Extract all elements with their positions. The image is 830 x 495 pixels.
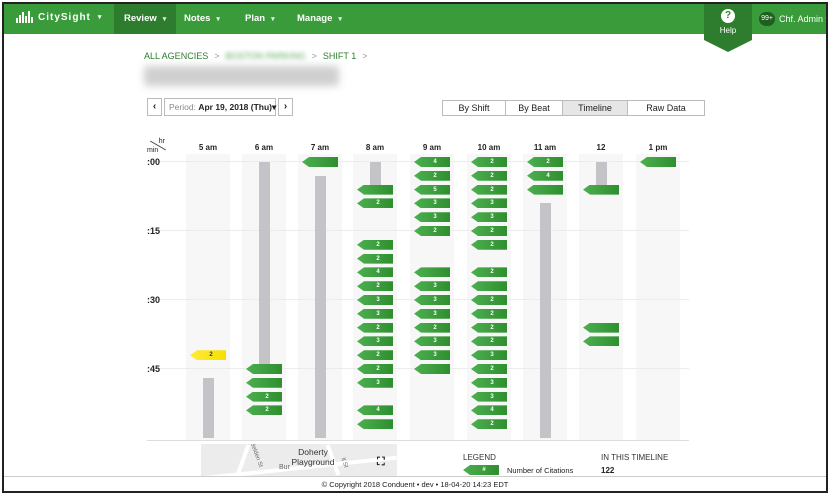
minute-label: :00 <box>147 157 161 167</box>
citation-marker[interactable]: 4 <box>471 405 507 416</box>
beat-map[interactable]: Belden St Bur ll St Doherty Playground ⛶ <box>201 444 397 476</box>
street-label: Belden St <box>248 444 264 469</box>
legend-citation-sample: # <box>463 465 499 475</box>
citation-marker[interactable]: 2 <box>471 267 507 278</box>
citation-marker[interactable]: 5 <box>414 184 450 195</box>
citation-marker[interactable]: 3 <box>471 212 507 223</box>
citation-marker[interactable]: 2 <box>246 405 282 416</box>
citation-marker[interactable]: 2 <box>471 295 507 305</box>
axis-corner: hr min <box>147 138 167 154</box>
citation-marker[interactable]: 3 <box>471 198 507 209</box>
hour-label: 5 am <box>198 143 218 152</box>
hour-label: 12 <box>596 143 606 152</box>
citation-marker[interactable]: 2 <box>357 322 393 333</box>
app-window: CitySight ▾ Review ▾ Notes ▾ Plan ▾ Manage ▾… <box>2 2 828 493</box>
citation-marker[interactable] <box>414 267 450 278</box>
legend-description: Number of Citations <box>507 466 574 475</box>
citation-marker[interactable]: 2 <box>471 364 507 374</box>
hour-column <box>579 154 623 440</box>
idle-period-bar[interactable] <box>315 175 326 438</box>
citation-marker[interactable]: 3 <box>471 391 507 402</box>
citation-marker[interactable]: 4 <box>414 157 450 167</box>
citation-marker[interactable]: 3 <box>414 308 450 319</box>
citation-marker[interactable]: 2 <box>414 226 450 236</box>
idle-period-bar[interactable] <box>540 203 551 438</box>
citation-marker[interactable]: 3 <box>414 350 450 361</box>
park-label: Doherty Playground <box>291 447 335 467</box>
hour-label: 11 am <box>533 143 557 152</box>
minute-label: :30 <box>147 295 161 305</box>
hour-label: 1 pm <box>648 143 668 152</box>
idle-period-bar[interactable] <box>259 162 270 365</box>
citation-marker[interactable]: 2 <box>471 239 507 250</box>
citation-timeline: hr min 5 am 6 am 7 am 8 am 9 am 10 am 11 am 12 1… <box>4 4 826 444</box>
citation-marker[interactable] <box>246 377 282 388</box>
hour-label: 6 am <box>254 143 274 152</box>
in-timeline-title: IN THIS TIMELINE <box>601 453 669 462</box>
citation-marker[interactable]: 2 <box>471 170 507 181</box>
citation-marker[interactable]: 2 <box>414 322 450 333</box>
citation-marker[interactable]: 3 <box>357 336 393 347</box>
footer-copyright: © Copyright 2018 Conduent • dev • 18-04-… <box>4 476 826 491</box>
citation-marker[interactable]: 3 <box>414 198 450 209</box>
citation-marker[interactable]: 3 <box>414 336 450 347</box>
citation-marker[interactable] <box>246 364 282 374</box>
citation-marker[interactable]: 4 <box>527 170 563 181</box>
citation-marker[interactable]: 3 <box>414 295 450 305</box>
citation-marker[interactable] <box>302 157 338 167</box>
citation-marker[interactable]: 2 <box>246 391 282 402</box>
citation-marker[interactable]: 2 <box>357 350 393 361</box>
citation-marker[interactable]: 2 <box>357 364 393 374</box>
citation-marker[interactable]: 2 <box>471 157 507 167</box>
citation-marker[interactable]: 2 <box>471 419 507 430</box>
fullscreen-icon[interactable]: ⛶ <box>377 456 385 469</box>
idle-period-bar[interactable] <box>203 378 214 438</box>
citation-marker[interactable]: 3 <box>414 212 450 223</box>
minute-label: :15 <box>147 226 161 236</box>
timeline-baseline <box>147 440 689 441</box>
citation-marker[interactable]: 2 <box>527 157 563 167</box>
citation-marker[interactable]: 2 <box>471 226 507 236</box>
citation-marker[interactable]: 3 <box>414 281 450 292</box>
citation-marker[interactable] <box>414 364 450 374</box>
citation-marker[interactable]: 4 <box>357 267 393 278</box>
citation-marker[interactable] <box>583 336 619 347</box>
in-timeline-total: 122 <box>601 466 615 475</box>
citation-marker[interactable]: 3 <box>357 377 393 388</box>
citation-marker[interactable]: 2 <box>471 322 507 333</box>
hour-label: 7 am <box>310 143 330 152</box>
citation-marker[interactable]: 4 <box>357 405 393 416</box>
citation-marker[interactable] <box>640 157 676 167</box>
citation-marker[interactable] <box>357 184 393 195</box>
hour-column <box>636 154 680 440</box>
citation-marker[interactable]: 2 <box>471 308 507 319</box>
citation-marker[interactable]: 2 <box>414 170 450 181</box>
citation-marker[interactable] <box>583 322 619 333</box>
minute-label: :45 <box>147 364 161 374</box>
citation-marker[interactable]: 2 <box>471 336 507 347</box>
legend-title: LEGEND <box>463 453 496 462</box>
citation-marker[interactable]: 2 <box>190 350 226 361</box>
citation-marker[interactable]: 3 <box>471 377 507 388</box>
citation-marker[interactable]: 3 <box>471 350 507 361</box>
citation-marker[interactable]: 2 <box>357 281 393 292</box>
citation-marker[interactable]: 3 <box>357 295 393 305</box>
hour-label: 8 am <box>365 143 385 152</box>
citation-marker[interactable]: 2 <box>357 198 393 209</box>
hour-label: 10 am <box>477 143 501 152</box>
citation-marker[interactable]: 2 <box>357 253 393 264</box>
citation-marker[interactable]: 2 <box>471 184 507 195</box>
hour-label: 9 am <box>422 143 442 152</box>
citation-marker[interactable] <box>583 184 619 195</box>
citation-marker[interactable] <box>357 419 393 430</box>
citation-marker[interactable]: 2 <box>357 239 393 250</box>
citation-marker[interactable] <box>527 184 563 195</box>
citation-marker[interactable] <box>471 281 507 292</box>
citation-marker[interactable]: 3 <box>357 308 393 319</box>
